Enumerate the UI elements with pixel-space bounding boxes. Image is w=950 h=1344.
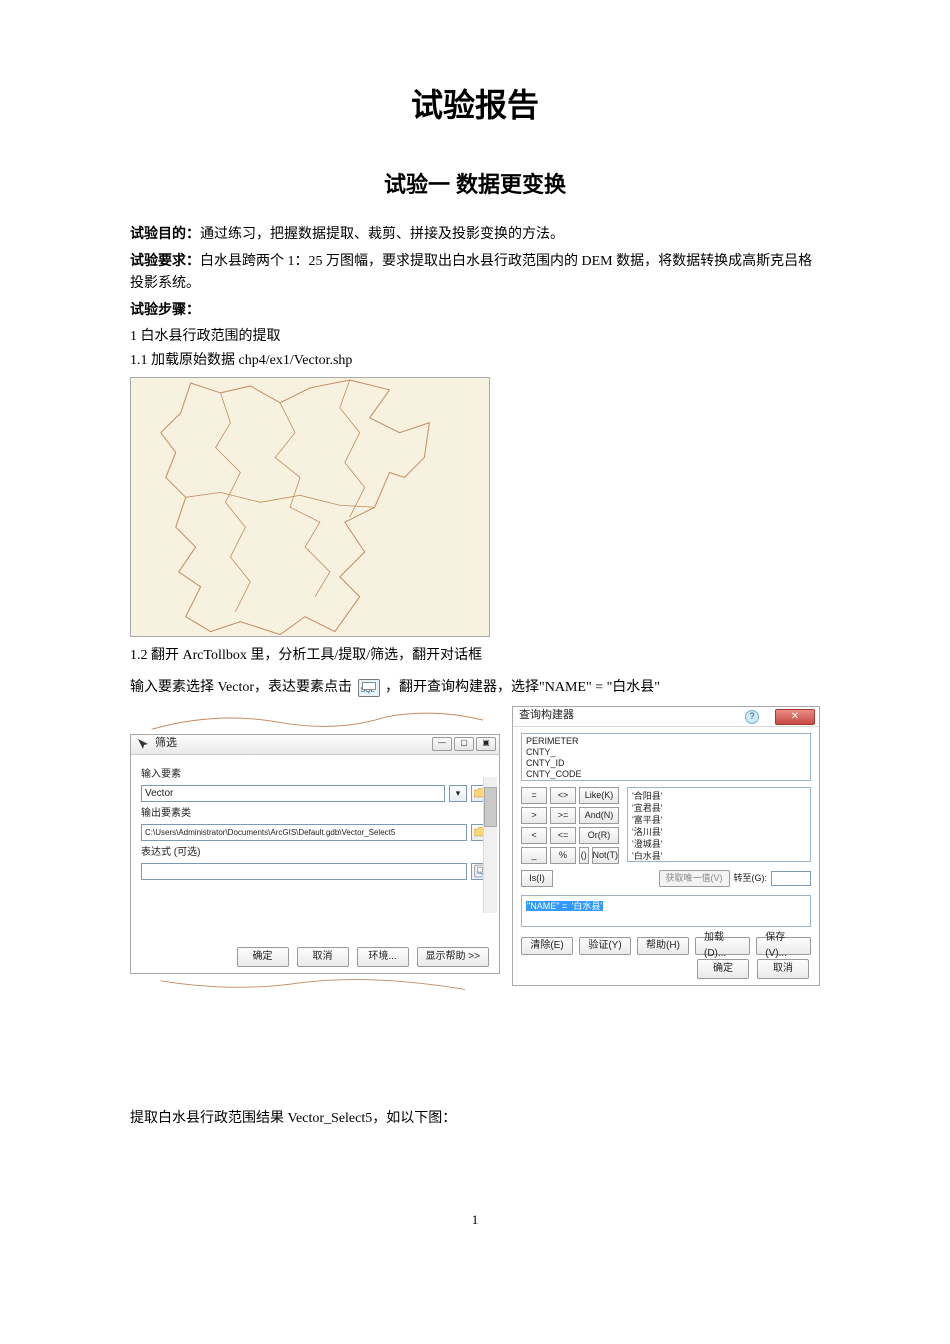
- query-close-button[interactable]: ✕: [775, 709, 815, 725]
- step-1-2-inline: 输入要素选择 Vector，表达要素点击 ，翻开查询构建器，选择"NAME" =…: [130, 677, 820, 699]
- query-help-icon[interactable]: ?: [745, 710, 759, 724]
- purpose-line: 试验目的：通过练习，把握数据提取、裁剪、拼接及投影变换的方法。: [130, 222, 820, 246]
- input-feature-label: 输入要素: [141, 767, 489, 783]
- query-load-button[interactable]: 加载(D)...: [695, 937, 750, 955]
- requirement-line: 试验要求：白水县跨两个 1：25 万图幅，要求提取出白水县行政范围内的 DEM …: [130, 249, 820, 296]
- requirement-label: 试验要求：: [130, 252, 200, 268]
- query-body: PERIMETER CNTY_ CNTY_ID CNTY_CODE NAME =…: [513, 727, 819, 955]
- input-feature-combo[interactable]: Vector: [141, 785, 445, 802]
- inline-text-b: ，翻开查询构建器，选择"NAME" = "白水县": [385, 680, 660, 695]
- query-op-grid: = <> Like(K) > >= And(N) < <= Or(R) _ % …: [521, 787, 619, 864]
- map-context-line: [130, 706, 500, 734]
- input-feature-dropdown-button[interactable]: ▾: [449, 785, 467, 802]
- value-yijun[interactable]: '宜君县': [632, 802, 806, 814]
- select-min-button[interactable]: —: [432, 737, 452, 751]
- doc-main-title: 试验报告: [130, 80, 820, 131]
- select-close-x-button[interactable]: ▣: [476, 737, 496, 751]
- step-1-heading: 1 白水县行政范围的提取: [130, 326, 820, 348]
- get-unique-button[interactable]: 获取唯一值(V): [659, 870, 730, 887]
- where-value-token: '白水县': [571, 901, 603, 911]
- select-tool-icon: [137, 738, 149, 750]
- sql-expression-icon: [358, 679, 380, 697]
- steps-label: 试验步骤：: [130, 301, 200, 317]
- select-cancel-button[interactable]: 取消: [297, 947, 349, 967]
- query-ok-button[interactable]: 确定: [697, 959, 749, 979]
- query-field-list[interactable]: PERIMETER CNTY_ CNTY_ID CNTY_CODE NAME: [521, 733, 811, 781]
- select-ok-button[interactable]: 确定: [237, 947, 289, 967]
- select-env-button[interactable]: 环境...: [357, 947, 409, 967]
- query-clear-button[interactable]: 清除(E): [521, 937, 573, 955]
- op-or-button[interactable]: Or(R): [579, 827, 619, 844]
- purpose-label: 试验目的：: [130, 225, 200, 241]
- value-chengcheng[interactable]: '澄城县': [632, 838, 806, 850]
- arcgis-select-dialog: 筛选 — ▢ ▣ 输入要素 Vector ▾ 输出要素类 C: [130, 734, 500, 974]
- select-max-button[interactable]: ▢: [454, 737, 474, 751]
- query-builder-dialog: 查询构建器 ? ✕ PERIMETER CNTY_ CNTY_ID CNTY_C…: [512, 706, 820, 986]
- op-and-button[interactable]: And(N): [579, 807, 619, 824]
- select-dialog-title: 筛选: [155, 735, 177, 753]
- value-baishui[interactable]: '白水县': [632, 850, 806, 862]
- query-where-textarea[interactable]: "NAME" = '白水县': [521, 895, 811, 927]
- field-name[interactable]: NAME: [526, 780, 806, 781]
- scroll-thumb[interactable]: [484, 787, 497, 827]
- query-help-button[interactable]: 帮助(H): [637, 937, 689, 955]
- query-operators-row: = <> Like(K) > >= And(N) < <= Or(R) _ % …: [521, 787, 811, 864]
- map-context-line-bottom: [130, 974, 500, 998]
- select-dialog-scrollbar[interactable]: [483, 777, 497, 913]
- query-verify-button[interactable]: 验证(Y): [579, 937, 631, 955]
- result-line: 提取白水县行政范围结果 Vector_Select5，如以下图：: [130, 1108, 820, 1130]
- step-1-1: 1.1 加载原始数据 chp4/ex1/Vector.shp: [130, 350, 820, 372]
- output-feature-label: 输出要素类: [141, 806, 489, 822]
- where-name-token: "NAME" =: [526, 901, 571, 911]
- op-lt-button[interactable]: <: [521, 827, 547, 844]
- query-titlebar: 查询构建器 ? ✕: [513, 707, 819, 727]
- op-gt-button[interactable]: >: [521, 807, 547, 824]
- step-1-2: 1.2 翻开 ArcTollbox 里，分析工具/提取/筛选，翻开对话框: [130, 645, 820, 667]
- query-cancel-button[interactable]: 取消: [757, 959, 809, 979]
- select-showhelp-button[interactable]: 显示帮助 >>: [417, 947, 489, 967]
- value-luochuan[interactable]: '洛川县': [632, 826, 806, 838]
- map-svg: [131, 378, 489, 637]
- select-dialog-body: 输入要素 Vector ▾ 输出要素类 C:\Users\Administrat…: [131, 755, 499, 943]
- op-ne-button[interactable]: <>: [550, 787, 576, 804]
- select-dialog-wrap: 筛选 — ▢ ▣ 输入要素 Vector ▾ 输出要素类 C: [130, 706, 500, 998]
- doc-sub-title: 试验一 数据更变换: [130, 167, 820, 202]
- purpose-text: 通过练习，把握数据提取、裁剪、拼接及投影变换的方法。: [200, 227, 564, 242]
- op-paren-button[interactable]: (): [579, 847, 589, 864]
- query-footer: 确定 取消: [697, 959, 809, 979]
- op-eq-button[interactable]: =: [521, 787, 547, 804]
- op-le-button[interactable]: <=: [550, 827, 576, 844]
- field-perimeter[interactable]: PERIMETER: [526, 736, 806, 747]
- value-fuping[interactable]: '富平县': [632, 814, 806, 826]
- expression-input[interactable]: [141, 863, 467, 880]
- expression-label: 表达式 (可选): [141, 845, 489, 861]
- output-feature-path-input[interactable]: C:\Users\Administrator\Documents\ArcGIS\…: [141, 824, 467, 841]
- op-not-button[interactable]: Not(T): [592, 847, 620, 864]
- goto-label: 转至(G):: [734, 871, 768, 885]
- value-heyang[interactable]: '合阳县': [632, 790, 806, 802]
- steps-label-line: 试验步骤：: [130, 298, 820, 322]
- field-cnty-id[interactable]: CNTY_ID: [526, 758, 806, 769]
- query-dialog-title: 查询构建器: [519, 707, 574, 725]
- op-is-button[interactable]: Is(I): [521, 870, 553, 887]
- op-percent-button[interactable]: %: [550, 847, 576, 864]
- op-ge-button[interactable]: >=: [550, 807, 576, 824]
- op-like-button[interactable]: Like(K): [579, 787, 619, 804]
- field-cnty-code[interactable]: CNTY_CODE: [526, 769, 806, 780]
- field-cnty[interactable]: CNTY_: [526, 747, 806, 758]
- query-action-row: 清除(E) 验证(Y) 帮助(H) 加载(D)... 保存(V)...: [521, 937, 811, 955]
- op-underscore-button[interactable]: _: [521, 847, 547, 864]
- goto-input[interactable]: [771, 871, 811, 886]
- inline-text-a: 输入要素选择 Vector，表达要素点击: [130, 680, 356, 695]
- query-values-list[interactable]: '合阳县' '宜君县' '富平县' '洛川县' '澄城县' '白水县': [627, 787, 811, 862]
- query-row2: Is(I) 获取唯一值(V) 转至(G):: [521, 870, 811, 887]
- query-save-button[interactable]: 保存(V)...: [756, 937, 811, 955]
- page-number: 1: [130, 1210, 820, 1231]
- requirement-text: 白水县跨两个 1：25 万图幅，要求提取出白水县行政范围内的 DEM 数据，将数…: [130, 254, 812, 291]
- baishui-map-figure: [130, 377, 490, 637]
- dialog-screenshots-row: 筛选 — ▢ ▣ 输入要素 Vector ▾ 输出要素类 C: [130, 706, 820, 998]
- select-dialog-footer: 确定 取消 环境... 显示帮助 >>: [131, 947, 499, 967]
- select-dialog-titlebar: 筛选 — ▢ ▣: [131, 735, 499, 755]
